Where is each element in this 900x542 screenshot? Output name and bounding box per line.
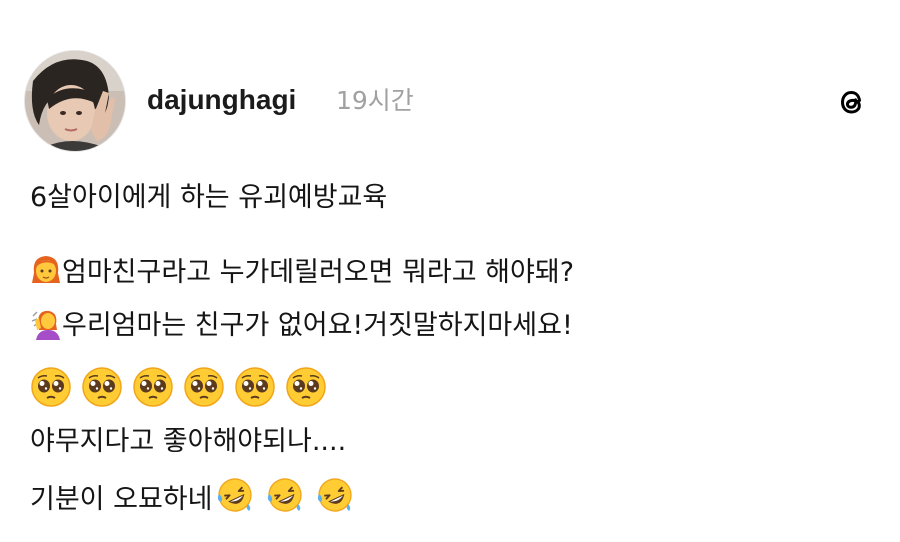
post-text-line-3: 우리엄마는 친구가 없어요!거짓말하지마세요! — [30, 306, 573, 344]
pleading-face-emoji — [132, 366, 174, 408]
post-text-line-2-text: 엄마친구라고 누가데릴러오면 뭐라고 해야돼? — [62, 257, 575, 288]
rolling-on-floor-laughing-emoji — [316, 476, 354, 514]
post-text-line-4: 야무지다고 좋아해야되나.... — [30, 426, 347, 457]
rolling-on-floor-laughing-emoji — [216, 476, 254, 514]
post-text-line-2: 엄마친구라고 누가데릴러오면 뭐라고 해야돼? — [30, 253, 574, 291]
pleading-face-emoji — [30, 366, 72, 408]
pleading-emoji-row — [30, 366, 331, 410]
pleading-face-emoji — [234, 366, 276, 408]
post-text-line-1: 6살아이에게 하는 유괴예방교육 — [30, 182, 388, 213]
pleading-face-emoji — [81, 366, 123, 408]
woman-emoji — [30, 253, 62, 287]
threads-post: dajunghagi 19시간 6살아이에게 하는 유괴예방교육 엄마친구라고 … — [0, 0, 900, 542]
author-name[interactable]: dajunghagi — [147, 82, 296, 118]
post-text-line-5-text: 기분이 오묘하네 — [30, 484, 213, 515]
avatar[interactable] — [24, 50, 126, 152]
rolling-on-floor-laughing-emoji — [266, 476, 304, 514]
pleading-face-emoji — [285, 366, 327, 408]
post-time: 19시간 — [336, 86, 414, 115]
pleading-face-emoji — [183, 366, 225, 408]
post-text-line-5: 기분이 오묘하네 — [30, 476, 354, 518]
post-text-line-3-text: 우리엄마는 친구가 없어요!거짓말하지마세요! — [62, 310, 573, 341]
threads-logo-icon[interactable] — [832, 83, 870, 121]
woman-tipping-hand-emoji — [30, 306, 62, 340]
